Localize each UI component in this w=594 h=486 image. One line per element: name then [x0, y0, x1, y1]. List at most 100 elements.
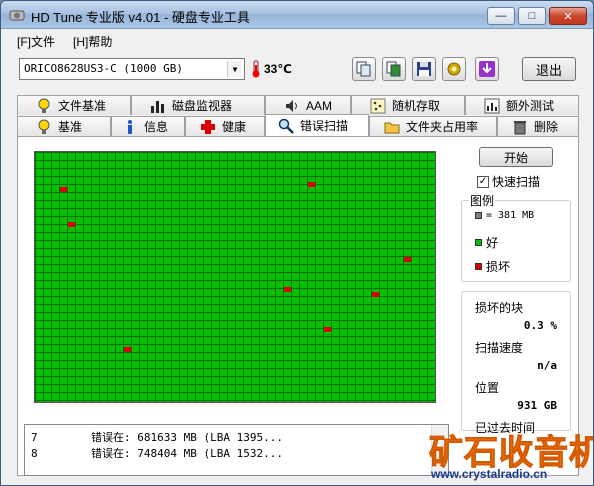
exit-button[interactable]: 退出: [522, 57, 576, 81]
folder-icon: [384, 122, 400, 133]
legend-block-size: = 381 MB: [475, 210, 534, 221]
legend-bad: 损坏: [475, 258, 510, 275]
position-label: 位置: [475, 381, 500, 395]
tab-folder-usage[interactable]: 文件夹占用率: [369, 116, 497, 136]
tab-error-scan[interactable]: 错误扫描: [265, 114, 369, 136]
tab-benchmark[interactable]: 基准: [17, 116, 111, 136]
tab-label: 文件基准: [58, 99, 107, 113]
bad-block: [68, 222, 75, 227]
trash-icon: [514, 120, 526, 134]
legend-title: 图例: [469, 192, 496, 209]
tab-file-benchmark[interactable]: 文件基准: [17, 95, 131, 115]
close-button[interactable]: ✕: [549, 7, 587, 25]
main-window: HD Tune 专业版 v4.01 - 硬盘专业工具 — □ ✕ [F]文件 […: [0, 0, 594, 486]
scan-speed-value: n/a: [537, 359, 557, 372]
tab-disk-monitor[interactable]: 磁盘监视器: [131, 95, 265, 115]
red-cross-icon: [201, 119, 215, 134]
log-text: 错误在: 681633 MB (LBA 1395...: [91, 431, 283, 444]
list-item: 8 错误在: 748404 MB (LBA 1532...: [31, 445, 283, 461]
menu-bar: [F]文件 [H]帮助: [1, 29, 593, 51]
copy-icon: [356, 61, 371, 77]
scan-block-grid: [34, 151, 436, 403]
log-index: 7: [31, 431, 38, 444]
chart-icon: [484, 98, 500, 113]
maximize-icon: □: [528, 10, 536, 22]
tab-info[interactable]: 信息: [111, 116, 185, 136]
tab-label: 基准: [58, 120, 83, 134]
tab-aam[interactable]: AAM: [265, 95, 351, 115]
lightbulb-icon: [38, 119, 50, 134]
tab-label: 信息: [144, 120, 169, 134]
tab-health[interactable]: 健康: [185, 116, 265, 136]
menu-help[interactable]: [H]帮助: [73, 33, 112, 50]
tab-label: 额外测试: [506, 99, 555, 113]
save-button[interactable]: [412, 57, 436, 81]
bad-block: [284, 287, 291, 292]
tab-label: 随机存取: [392, 99, 441, 113]
position-value: 931 GB: [517, 399, 557, 412]
legend-good: 好: [475, 234, 498, 251]
damaged-blocks-value: 0.3 %: [523, 319, 557, 332]
close-icon: ✕: [563, 10, 573, 23]
download-button[interactable]: [475, 57, 499, 81]
bad-block: [324, 327, 331, 332]
quick-scan-label: 快速扫描: [492, 175, 541, 189]
floppy-disk-icon: [417, 62, 431, 76]
damaged-blocks-label: 损坏的块: [475, 301, 524, 315]
copy-screenshot-button[interactable]: [382, 57, 406, 81]
log-index: 8: [31, 447, 38, 460]
tab-random-access[interactable]: 随机存取: [351, 95, 465, 115]
tab-label: 文件夹占用率: [406, 120, 479, 134]
copy-info-button[interactable]: [352, 57, 376, 81]
magnifier-icon: [278, 118, 294, 134]
tab-label: 磁盘监视器: [172, 99, 233, 113]
minimize-button[interactable]: —: [487, 7, 515, 25]
start-button[interactable]: 开始: [479, 147, 553, 167]
bad-block: [372, 292, 379, 297]
hdtune-app-icon: [9, 10, 25, 21]
tab-label: 删除: [534, 120, 559, 134]
log-text: 错误在: 748404 MB (LBA 1532...: [91, 447, 283, 460]
watermark-url: www.crystalradio.cn: [431, 467, 548, 481]
window-title: HD Tune 专业版 v4.01 - 硬盘专业工具: [31, 10, 250, 25]
options-button[interactable]: [442, 57, 466, 81]
legend-gray-swatch: [475, 212, 482, 219]
download-arrow-icon: [479, 61, 495, 77]
maximize-button[interactable]: □: [518, 7, 546, 25]
lightbulb-icon: [38, 98, 50, 113]
exit-button-label: 退出: [535, 62, 562, 78]
bad-block: [60, 187, 67, 192]
checkbox-checked-icon: ✓: [477, 175, 489, 188]
copy-screen-icon: [386, 61, 401, 77]
error-log-list[interactable]: 7 错误在: 681633 MB (LBA 1395... 8 错误在: 74840…: [24, 424, 449, 476]
start-button-label: 开始: [503, 150, 528, 165]
scan-speed-label: 扫描速度: [475, 341, 524, 355]
tab-label: 健康: [222, 120, 247, 134]
title-bar: HD Tune 专业版 v4.01 - 硬盘专业工具 — □ ✕: [1, 1, 593, 29]
tab-extra-tests[interactable]: 额外测试: [465, 95, 579, 115]
legend-good-label: 好: [486, 236, 499, 250]
bad-block: [124, 347, 131, 352]
quick-scan-checkbox[interactable]: ✓ 快速扫描: [477, 173, 540, 190]
drive-select-value: ORICO8628US3-C (1000 GB): [24, 62, 183, 75]
drive-select[interactable]: ORICO8628US3-C (1000 GB) ▼: [19, 58, 245, 80]
thermometer-icon: [252, 60, 260, 78]
legend-bad-label: 损坏: [486, 260, 511, 274]
menu-file[interactable]: [F]文件: [17, 33, 55, 50]
list-item: 7 错误在: 681633 MB (LBA 1395...: [31, 429, 283, 445]
chevron-down-icon: ▼: [227, 61, 242, 77]
bad-block: [404, 257, 411, 262]
bar-chart-icon: [151, 100, 164, 113]
scatter-icon: [370, 98, 386, 113]
legend-block-size-label: = 381 MB: [486, 210, 535, 221]
minimize-icon: —: [495, 10, 507, 22]
tab-erase[interactable]: 删除: [497, 116, 579, 136]
tab-label: 错误扫描: [300, 119, 349, 133]
bad-block: [308, 182, 315, 187]
speaker-icon: [286, 99, 297, 112]
tab-label: AAM: [306, 98, 333, 113]
legend-green-swatch: [475, 239, 482, 246]
legend-red-swatch: [475, 263, 482, 270]
gear-icon: [447, 62, 461, 76]
info-icon: [128, 119, 132, 134]
